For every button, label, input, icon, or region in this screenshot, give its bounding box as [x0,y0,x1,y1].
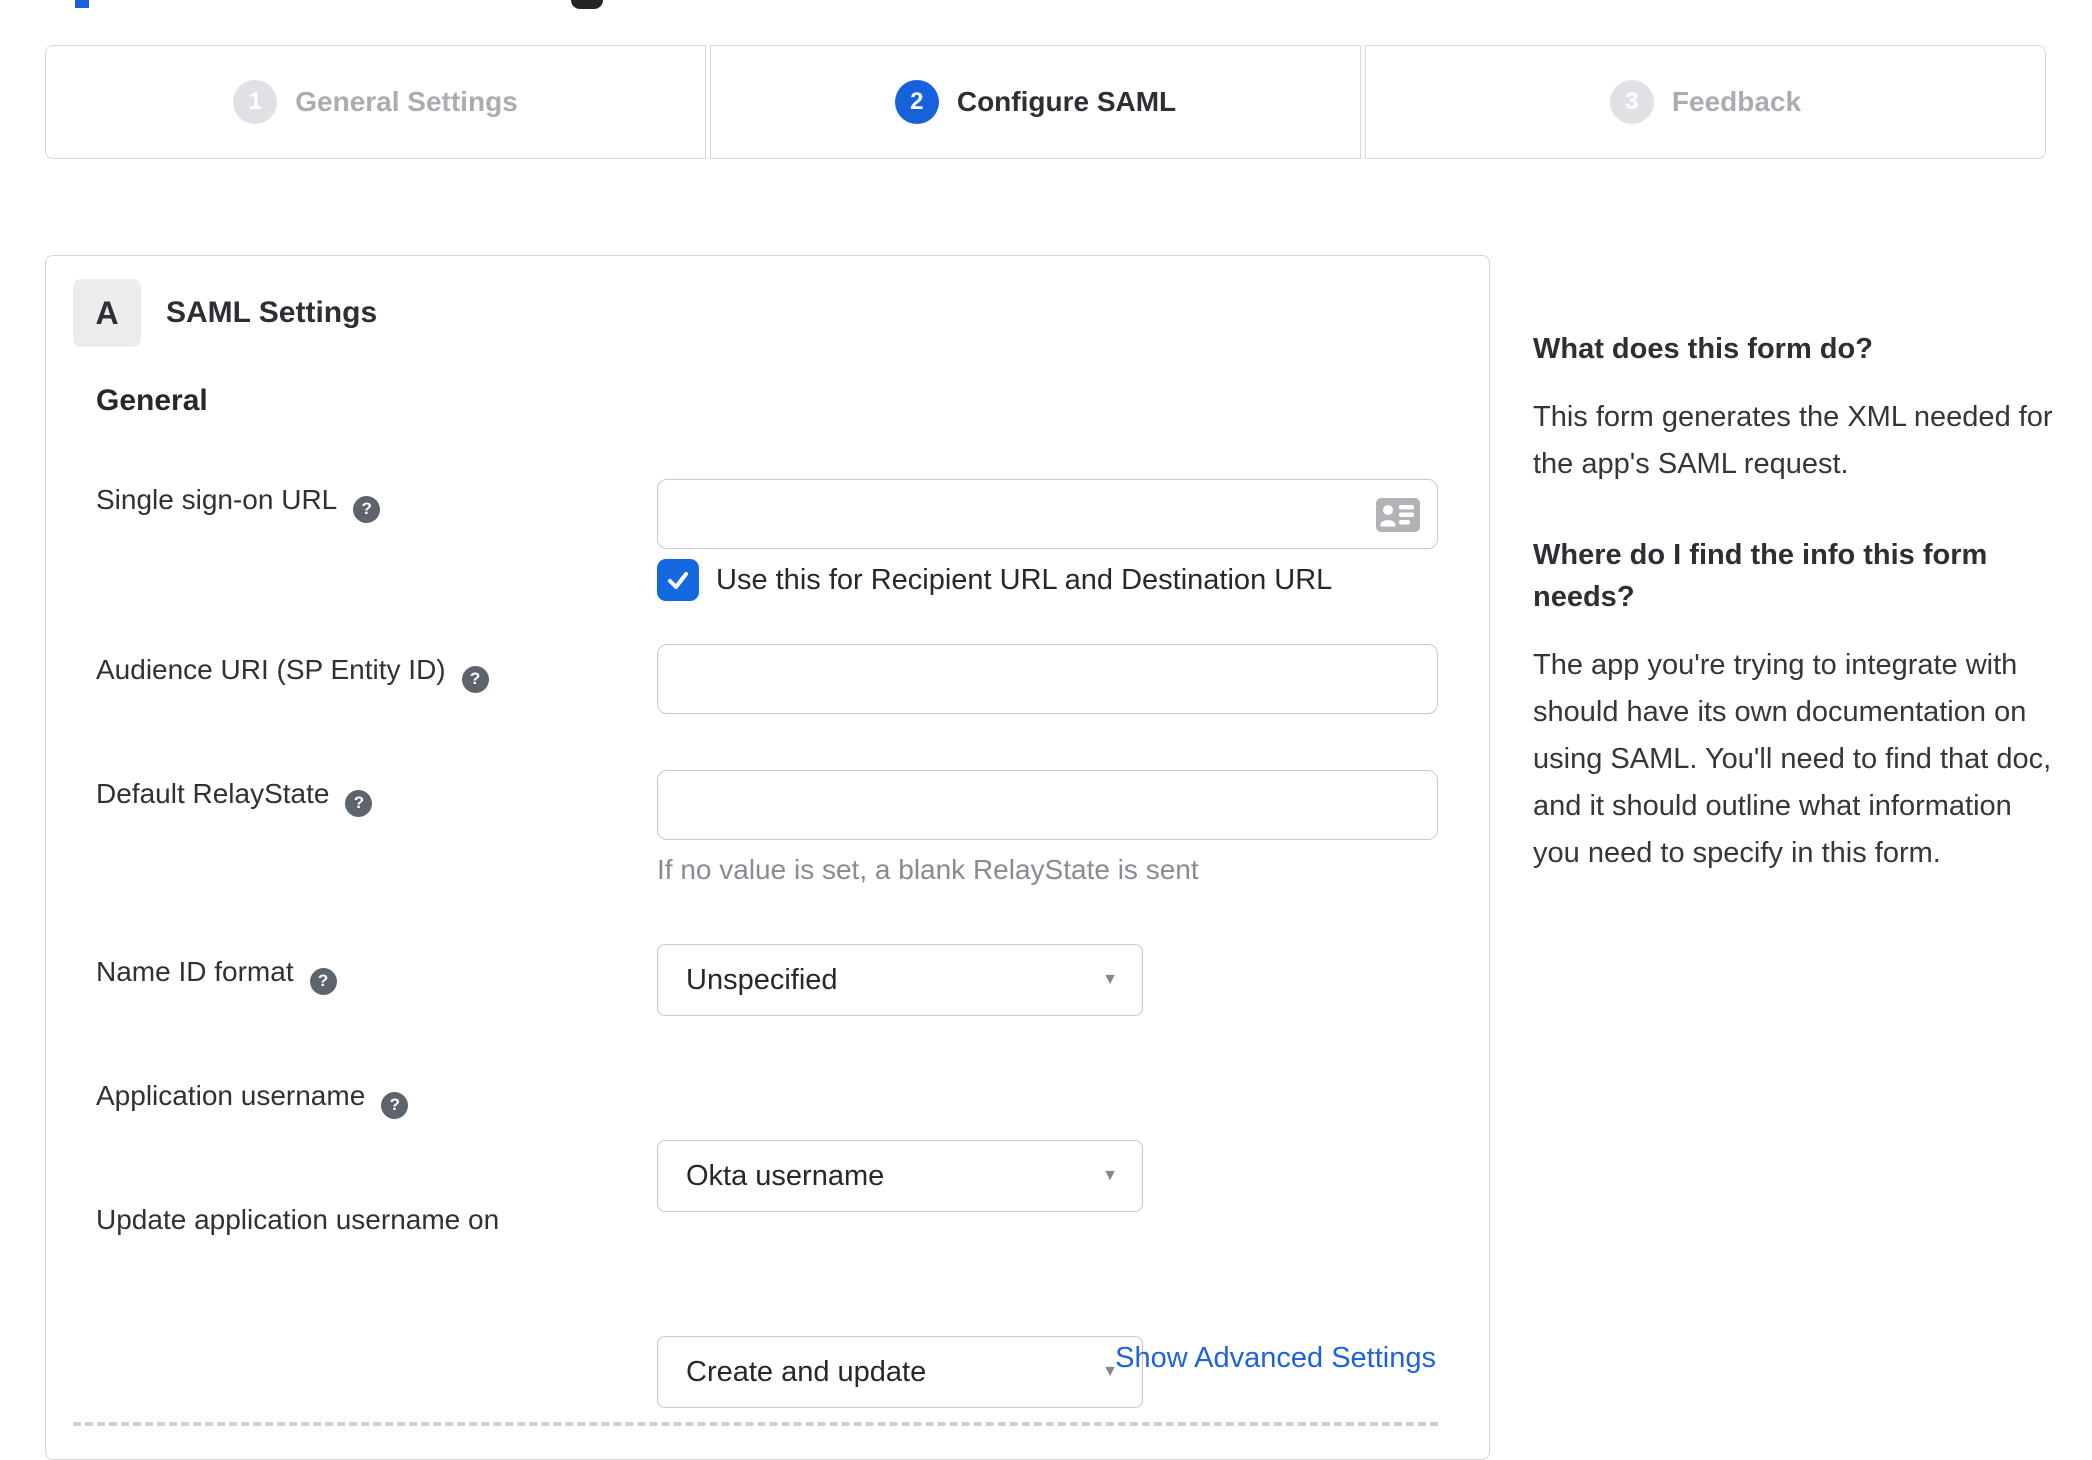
recipient-url-checkbox[interactable] [657,559,699,601]
step-feedback[interactable]: 3 Feedback [1365,45,2046,159]
help-icon[interactable]: ? [309,967,337,995]
help-icon[interactable]: ? [461,665,489,693]
help-icon[interactable]: ? [353,495,381,523]
help-heading: What does this form do? [1533,333,1873,365]
app-username-label: Application username [96,1080,366,1111]
update-app-username-label-row: Update application username on [96,1204,499,1236]
relaystate-input[interactable] [657,770,1438,840]
check-icon [668,572,688,589]
app-username-value: Okta username [686,1159,885,1192]
relaystate-label: Default RelayState [96,778,330,809]
audience-uri-label-row: Audience URI (SP Entity ID)? [96,654,489,693]
help-section-where: Where do I find the info this form needs… [1533,534,2055,877]
audience-uri-input[interactable] [657,644,1438,714]
update-app-username-label: Update application username on [96,1204,500,1235]
chevron-down-icon: ▼ [1102,1167,1118,1184]
help-icon[interactable]: ? [345,789,373,817]
update-app-username-value: Create and update [686,1355,927,1388]
saml-settings-card: A SAML Settings General Single sign-on U… [45,255,1490,1460]
help-body: This form generates the XML needed for t… [1533,401,2053,480]
step-label: Configure SAML [956,86,1177,117]
step-number-badge: 2 [894,80,939,124]
section-title: SAML Settings [166,296,378,329]
contact-card-icon [1376,498,1420,532]
name-id-format-value: Unspecified [686,963,838,996]
recipient-url-checkbox-label[interactable]: Use this for Recipient URL and Destinati… [716,564,1332,597]
relaystate-label-row: Default RelayState? [96,778,373,817]
step-label: General Settings [295,86,518,117]
app-username-label-row: Application username? [96,1080,409,1119]
show-advanced-settings-link[interactable]: Show Advanced Settings [1115,1342,1436,1374]
step-number-badge: 3 [1609,80,1654,124]
sso-url-input[interactable] [657,479,1438,549]
section-dashed-divider [73,1422,1438,1426]
recipient-url-checkbox-row: Use this for Recipient URL and Destinati… [657,559,1332,601]
update-app-username-select[interactable]: Create and update ▼ [657,1336,1143,1408]
help-panel: What does this form do? This form genera… [1533,328,2055,877]
cropped-dark-element [571,0,603,9]
sso-url-field-wrap [657,479,1438,549]
cropped-blue-element [75,0,89,8]
audience-uri-label: Audience URI (SP Entity ID) [96,654,446,685]
chevron-down-icon: ▼ [1102,971,1118,988]
app-username-select[interactable]: Okta username ▼ [657,1140,1143,1212]
step-general-settings[interactable]: 1 General Settings [45,45,706,159]
help-icon[interactable]: ? [381,1091,409,1119]
general-group-heading: General [96,384,208,417]
sso-url-label-row: Single sign-on URL? [96,484,381,523]
step-configure-saml[interactable]: 2 Configure SAML [710,45,1361,159]
section-a-badge: A [73,279,141,347]
step-label: Feedback [1671,86,1802,117]
step-number-badge: 1 [233,80,278,124]
name-id-format-select[interactable]: Unspecified ▼ [657,944,1143,1016]
name-id-format-label-row: Name ID format? [96,956,337,995]
sso-url-label: Single sign-on URL [96,484,338,515]
help-heading: Where do I find the info this form needs… [1533,539,1988,613]
help-section-what: What does this form do? This form genera… [1533,328,2055,488]
help-body: The app you're trying to integrate with … [1533,649,2052,869]
name-id-format-label: Name ID format [96,956,294,987]
relaystate-hint: If no value is set, a blank RelayState i… [657,854,1199,885]
wizard-stepper: 1 General Settings 2 Configure SAML 3 Fe… [45,45,2046,159]
advanced-link-row: Show Advanced Settings [1115,1342,1436,1375]
